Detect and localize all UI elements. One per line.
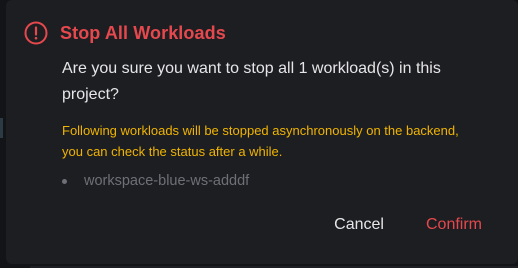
workload-list: workspace-blue-ws-adddf [62,170,249,192]
dialog-title: Stop All Workloads [60,22,226,43]
workload-name: workspace-blue-ws-adddf [84,173,250,189]
confirm-button[interactable]: Confirm [426,216,482,234]
alert-circle-icon [24,21,48,45]
async-warning-text: Following workloads will be stopped asyn… [62,123,459,159]
confirmation-question: Are you sure you want to stop all 1 work… [62,60,441,103]
dialog-header: Stop All Workloads [24,21,226,45]
dialog-footer: Cancel Confirm [334,216,482,234]
stop-workloads-dialog: Stop All Workloads Are you sure you want… [6,0,518,264]
cancel-button[interactable]: Cancel [334,216,384,234]
bullet-icon [62,178,67,184]
list-item: workspace-blue-ws-adddf [62,170,249,192]
background-panel-edge [0,118,3,138]
